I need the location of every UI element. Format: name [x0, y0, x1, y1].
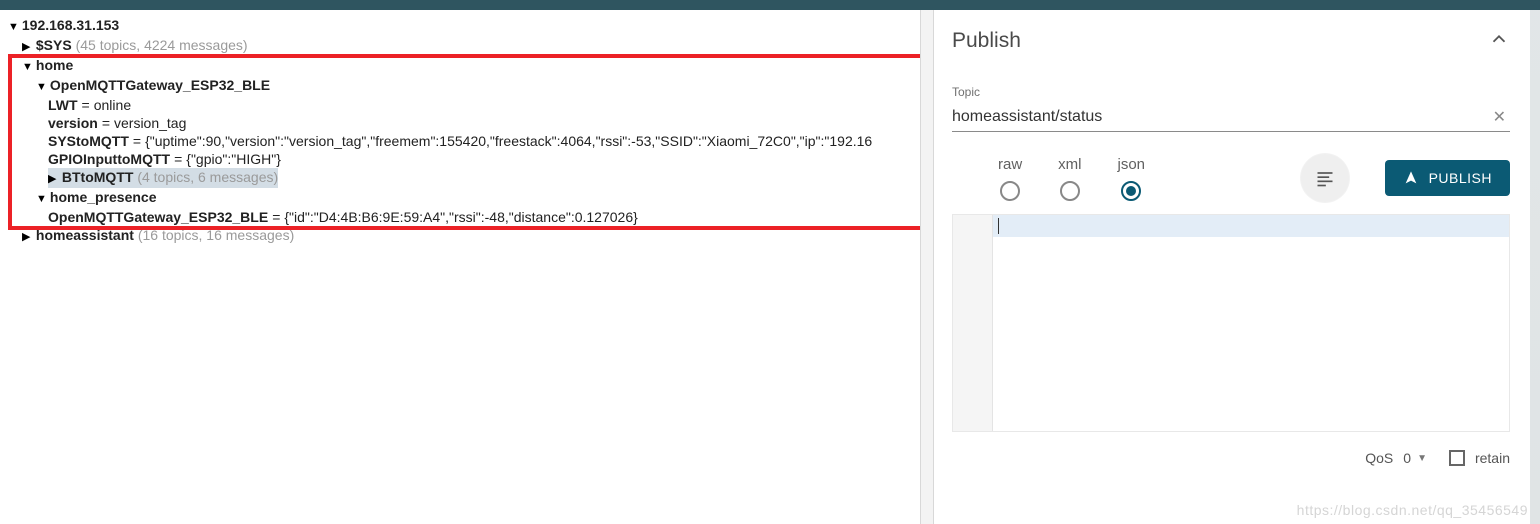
root-ip-label: 192.168.31.153 — [22, 17, 119, 33]
retain-label: retain — [1475, 450, 1510, 466]
publish-options-row: QoS 0 ▼ retain — [952, 450, 1510, 466]
topic-tree-panel: ▼ 192.168.31.153 ▶ $SYS (45 topics, 4224… — [0, 10, 920, 524]
editor-body[interactable] — [993, 215, 1509, 431]
qos-value-dropdown[interactable]: 0 ▼ — [1403, 450, 1427, 466]
format-xml-option[interactable]: xml — [1058, 156, 1081, 201]
lwt-key: LWT — [48, 97, 78, 113]
tree-bttomqtt[interactable]: ▶ BTtoMQTT (4 topics, 6 messages) — [0, 168, 920, 188]
format-json-label: json — [1118, 156, 1146, 173]
format-text-icon[interactable] — [1301, 154, 1349, 202]
tree-gateway[interactable]: ▼ OpenMQTTGateway_ESP32_BLE — [0, 76, 920, 96]
caret-down-icon: ▼ — [1417, 453, 1427, 464]
tree-root[interactable]: ▼ 192.168.31.153 — [0, 16, 920, 36]
publish-title: Publish — [952, 29, 1021, 53]
qos-label: QoS — [1365, 450, 1393, 466]
watermark-text: https://blog.csdn.net/qq_35456549 — [1297, 502, 1528, 518]
main-container: ▼ 192.168.31.153 ▶ $SYS (45 topics, 4224… — [0, 10, 1540, 524]
send-icon — [1403, 170, 1419, 186]
chevron-up-icon[interactable] — [1488, 28, 1510, 53]
homeassistant-label: homeassistant — [36, 227, 134, 243]
gpio-value: {"gpio":"HIGH"} — [186, 151, 281, 167]
caret-right-icon[interactable]: ▶ — [22, 228, 32, 246]
editor-gutter — [953, 215, 993, 431]
qos-selector[interactable]: QoS 0 ▼ — [1365, 450, 1427, 466]
tree-presence-gw[interactable]: OpenMQTTGateway_ESP32_BLE={"id":"D4:4B:B… — [0, 208, 920, 226]
sys-meta: (45 topics, 4224 messages) — [76, 37, 248, 53]
editor-cursor — [998, 218, 999, 234]
tree-lwt[interactable]: LWT=online — [0, 96, 920, 114]
format-xml-label: xml — [1058, 156, 1081, 173]
presence-gw-key: OpenMQTTGateway_ESP32_BLE — [48, 209, 268, 225]
tree-systomqtt[interactable]: SYStoMQTT={"uptime":90,"version":"versio… — [0, 132, 920, 150]
publish-button[interactable]: PUBLISH — [1385, 160, 1510, 196]
radio-icon[interactable] — [1060, 181, 1080, 201]
lwt-value: online — [94, 97, 131, 113]
top-bar — [0, 0, 1540, 10]
tree-home[interactable]: ▼ home — [0, 56, 920, 76]
tree-home-presence[interactable]: ▼ home_presence — [0, 188, 920, 208]
tree-version[interactable]: version=version_tag — [0, 114, 920, 132]
sys-label: $SYS — [36, 37, 72, 53]
payload-editor[interactable] — [952, 214, 1510, 432]
bttomqtt-label: BTtoMQTT — [62, 169, 134, 185]
format-raw-label: raw — [998, 156, 1022, 173]
tree-homeassistant[interactable]: ▶ homeassistant (16 topics, 16 messages) — [0, 226, 920, 246]
radio-icon[interactable] — [1000, 181, 1020, 201]
publish-panel: Publish Topic ✕ raw xml json — [934, 10, 1540, 524]
caret-right-icon[interactable]: ▶ — [22, 38, 32, 56]
homeassistant-meta: (16 topics, 16 messages) — [138, 227, 294, 243]
retain-checkbox[interactable]: retain — [1449, 450, 1510, 466]
format-raw-option[interactable]: raw — [998, 156, 1022, 201]
caret-down-icon[interactable]: ▼ — [36, 78, 46, 96]
publish-button-label: PUBLISH — [1429, 170, 1492, 186]
checkbox-empty-icon[interactable] — [1449, 450, 1465, 466]
tree-sys[interactable]: ▶ $SYS (45 topics, 4224 messages) — [0, 36, 920, 56]
version-key: version — [48, 115, 98, 131]
presence-label: home_presence — [50, 189, 157, 205]
home-label: home — [36, 57, 73, 73]
topic-field-row: ✕ — [952, 103, 1510, 132]
format-json-option[interactable]: json — [1118, 156, 1146, 201]
caret-down-icon[interactable]: ▼ — [22, 58, 32, 76]
scrollbar-vertical[interactable] — [1530, 10, 1540, 524]
caret-down-icon[interactable]: ▼ — [8, 18, 18, 36]
editor-active-line — [993, 215, 1509, 237]
format-row: raw xml json PUBLISH — [952, 154, 1510, 202]
publish-header: Publish — [952, 28, 1510, 53]
panel-divider[interactable] — [920, 10, 934, 524]
gpio-key: GPIOInputtoMQTT — [48, 151, 170, 167]
systomqtt-value: {"uptime":90,"version":"version_tag","fr… — [145, 133, 872, 149]
qos-value: 0 — [1403, 450, 1411, 466]
clear-icon[interactable]: ✕ — [1489, 107, 1510, 127]
tree-gpio[interactable]: GPIOInputtoMQTT={"gpio":"HIGH"} — [0, 150, 920, 168]
systomqtt-key: SYStoMQTT — [48, 133, 129, 149]
bttomqtt-meta: (4 topics, 6 messages) — [137, 169, 278, 185]
radio-selected-icon[interactable] — [1121, 181, 1141, 201]
presence-gw-value: {"id":"D4:4B:B6:9E:59:A4","rssi":-48,"di… — [284, 209, 637, 225]
caret-down-icon[interactable]: ▼ — [36, 190, 46, 208]
topic-input[interactable] — [952, 108, 1489, 126]
version-value: version_tag — [114, 115, 186, 131]
topic-label: Topic — [952, 85, 1510, 99]
gateway-label: OpenMQTTGateway_ESP32_BLE — [50, 77, 270, 93]
caret-right-icon[interactable]: ▶ — [48, 170, 58, 188]
